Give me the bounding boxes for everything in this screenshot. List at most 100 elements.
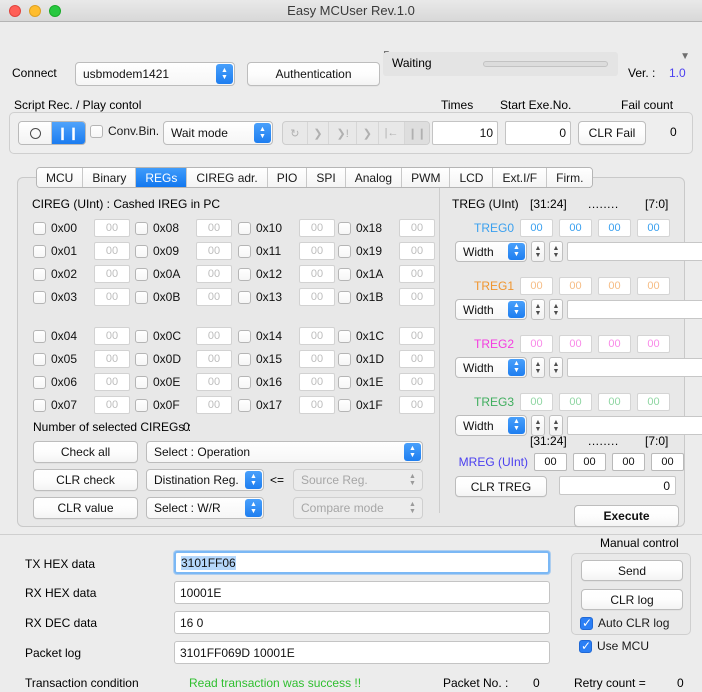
cireg-row-0x05[interactable]: 0x05 00 xyxy=(33,350,130,368)
cireg-row-0x1E[interactable]: 0x1E 00 xyxy=(338,373,435,391)
treg2-value-input[interactable]: 0 xyxy=(567,358,702,377)
cireg-checkbox[interactable] xyxy=(135,221,148,235)
treg3-byte-1[interactable]: 00 xyxy=(598,393,631,411)
cireg-row-0x0A[interactable]: 0x0A 00 xyxy=(135,265,232,283)
authentication-button[interactable]: Authentication xyxy=(247,62,380,86)
treg1-stepper-b[interactable]: ▲ ▼ xyxy=(549,299,563,320)
cireg-row-0x1B[interactable]: 0x1B 00 xyxy=(338,288,435,306)
cireg-checkbox[interactable] xyxy=(135,244,148,258)
treg2-byte-2[interactable]: 00 xyxy=(559,335,592,353)
cireg-row-0x1C[interactable]: 0x1C 00 xyxy=(338,327,435,345)
treg1-width-select[interactable]: Width ▲ ▼ xyxy=(455,299,527,320)
tab-spi[interactable]: SPI xyxy=(307,168,346,187)
tab-lcd[interactable]: LCD xyxy=(450,168,494,187)
cireg-value-input[interactable]: 00 xyxy=(399,327,435,345)
cireg-checkbox[interactable] xyxy=(33,221,46,235)
cireg-row-0x1A[interactable]: 0x1A 00 xyxy=(338,265,435,283)
cireg-checkbox[interactable] xyxy=(238,267,251,281)
cireg-value-input[interactable]: 00 xyxy=(399,288,435,306)
auto-clr-log-checkbox[interactable] xyxy=(580,616,593,630)
treg0-byte-3[interactable]: 00 xyxy=(520,219,553,237)
cireg-value-input[interactable]: 00 xyxy=(299,350,335,368)
cireg-checkbox[interactable] xyxy=(338,221,351,235)
cireg-row-0x19[interactable]: 0x19 00 xyxy=(338,242,435,260)
cireg-checkbox[interactable] xyxy=(338,398,351,412)
cireg-checkbox[interactable] xyxy=(33,290,46,304)
use-mcu-checkbox[interactable] xyxy=(579,639,592,653)
cireg-value-input[interactable]: 00 xyxy=(399,373,435,391)
treg3-stepper-a[interactable]: ▲ ▼ xyxy=(531,415,545,436)
cireg-value-input[interactable]: 00 xyxy=(399,265,435,283)
treg2-byte-3[interactable]: 00 xyxy=(520,335,553,353)
packet-log-input[interactable]: 3101FF069D 10001E xyxy=(174,641,550,664)
cireg-value-input[interactable]: 00 xyxy=(299,288,335,306)
mreg-byte-2[interactable]: 00 xyxy=(573,453,606,471)
cireg-checkbox[interactable] xyxy=(338,290,351,304)
cireg-checkbox[interactable] xyxy=(135,267,148,281)
cireg-value-input[interactable]: 00 xyxy=(196,396,232,414)
cireg-checkbox[interactable] xyxy=(33,244,46,258)
treg0-value-input[interactable]: 0 xyxy=(567,242,702,261)
cireg-value-input[interactable]: 00 xyxy=(399,396,435,414)
cireg-row-0x07[interactable]: 0x07 00 xyxy=(33,396,130,414)
cireg-value-input[interactable]: 00 xyxy=(94,288,130,306)
minimize-button[interactable] xyxy=(29,4,41,17)
cireg-checkbox[interactable] xyxy=(338,244,351,258)
treg1-stepper-a[interactable]: ▲ ▼ xyxy=(531,299,545,320)
cireg-value-input[interactable]: 00 xyxy=(299,265,335,283)
cireg-checkbox[interactable] xyxy=(238,375,251,389)
wr-select[interactable]: Select : W/R ▲ ▼ xyxy=(146,497,264,519)
treg2-byte-1[interactable]: 00 xyxy=(598,335,631,353)
cireg-row-0x02[interactable]: 0x02 00 xyxy=(33,265,130,283)
cireg-checkbox[interactable] xyxy=(238,398,251,412)
cireg-row-0x0D[interactable]: 0x0D 00 xyxy=(135,350,232,368)
cireg-row-0x16[interactable]: 0x16 00 xyxy=(238,373,335,391)
treg1-byte-0[interactable]: 00 xyxy=(637,277,670,295)
clr-fail-button[interactable]: CLR Fail xyxy=(578,121,646,145)
cireg-row-0x17[interactable]: 0x17 00 xyxy=(238,396,335,414)
cireg-checkbox[interactable] xyxy=(135,398,148,412)
cireg-row-0x0C[interactable]: 0x0C 00 xyxy=(135,327,232,345)
rx-hex-input[interactable]: 10001E xyxy=(174,581,550,604)
cireg-row-0x18[interactable]: 0x18 00 xyxy=(338,219,435,237)
start-exe-input[interactable]: 0 xyxy=(505,121,571,145)
operation-select[interactable]: Select : Operation ▲ ▼ xyxy=(146,441,423,463)
port-select[interactable]: usbmodem1421 ▲ ▼ xyxy=(75,62,235,86)
treg1-byte-2[interactable]: 00 xyxy=(559,277,592,295)
maximize-button[interactable] xyxy=(49,4,61,17)
treg3-byte-0[interactable]: 00 xyxy=(637,393,670,411)
cireg-value-input[interactable]: 00 xyxy=(299,242,335,260)
tab-ext-if[interactable]: Ext.I/F xyxy=(493,168,548,187)
treg0-byte-1[interactable]: 00 xyxy=(598,219,631,237)
cireg-row-0x00[interactable]: 0x00 00 xyxy=(33,219,130,237)
cireg-value-input[interactable]: 00 xyxy=(399,350,435,368)
cireg-row-0x15[interactable]: 0x15 00 xyxy=(238,350,335,368)
cireg-value-input[interactable]: 00 xyxy=(196,219,232,237)
mreg-byte-0[interactable]: 00 xyxy=(651,453,684,471)
cireg-value-input[interactable]: 00 xyxy=(196,350,232,368)
cireg-row-0x1D[interactable]: 0x1D 00 xyxy=(338,350,435,368)
cireg-row-0x03[interactable]: 0x03 00 xyxy=(33,288,130,306)
cireg-value-input[interactable]: 00 xyxy=(94,265,130,283)
close-button[interactable] xyxy=(9,4,21,17)
cireg-checkbox[interactable] xyxy=(135,352,148,366)
cireg-row-0x10[interactable]: 0x10 00 xyxy=(238,219,335,237)
cireg-value-input[interactable]: 00 xyxy=(399,219,435,237)
tab-mcu[interactable]: MCU xyxy=(37,168,84,187)
tab-regs[interactable]: REGs xyxy=(136,168,188,187)
cireg-row-0x12[interactable]: 0x12 00 xyxy=(238,265,335,283)
mreg-value-input[interactable]: 0 xyxy=(559,476,676,495)
tab-binary[interactable]: Binary xyxy=(83,168,137,187)
cireg-checkbox[interactable] xyxy=(135,290,148,304)
cireg-row-0x04[interactable]: 0x04 00 xyxy=(33,327,130,345)
cireg-value-input[interactable]: 00 xyxy=(196,242,232,260)
treg1-value-input[interactable]: 0 xyxy=(567,300,702,319)
treg2-byte-0[interactable]: 00 xyxy=(637,335,670,353)
disclosure-triangle-icon[interactable]: ▼ xyxy=(680,51,690,62)
send-button[interactable]: Send xyxy=(581,560,683,581)
treg0-byte-0[interactable]: 00 xyxy=(637,219,670,237)
treg0-byte-2[interactable]: 00 xyxy=(559,219,592,237)
cireg-checkbox[interactable] xyxy=(33,267,46,281)
cireg-value-input[interactable]: 00 xyxy=(299,373,335,391)
cireg-checkbox[interactable] xyxy=(338,267,351,281)
